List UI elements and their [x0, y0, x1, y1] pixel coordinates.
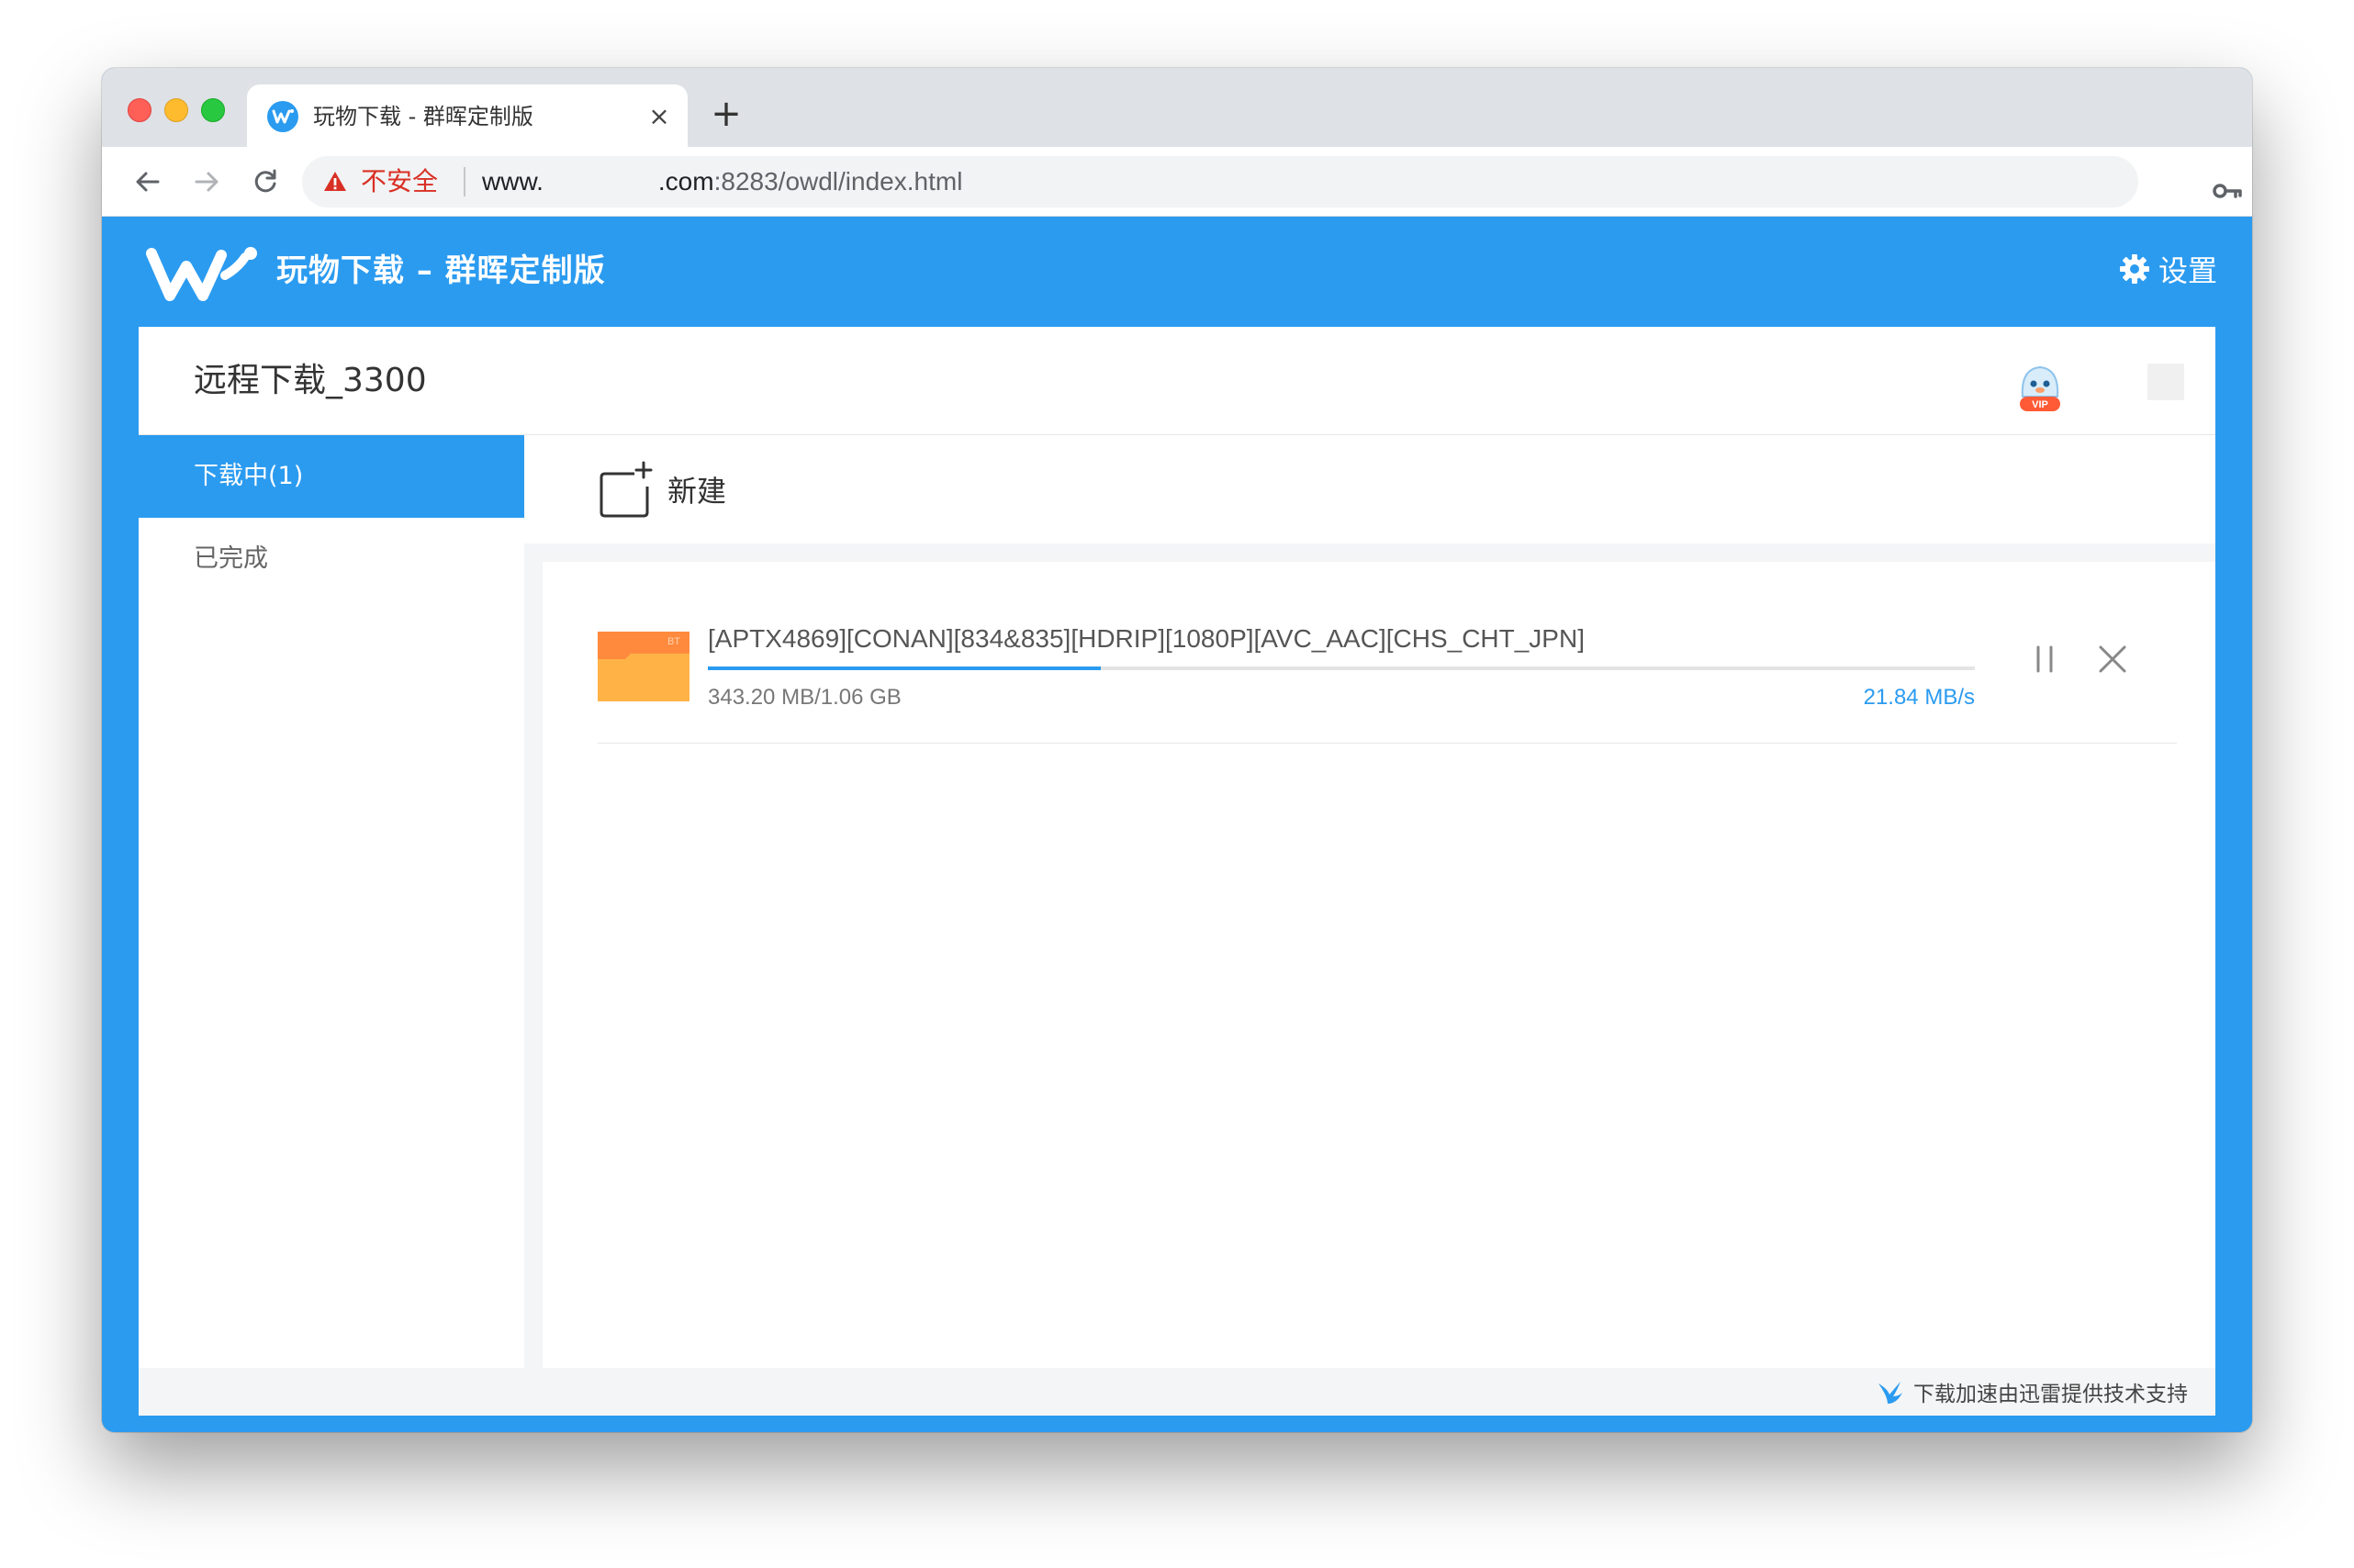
task-row[interactable]: BT [APTX4869][CONAN][834&835][HDRIP][108… [598, 613, 2177, 744]
close-window-button[interactable] [128, 98, 151, 122]
progress-bar [708, 666, 1975, 670]
browser-toolbar: 不安全 www. .com:8283/owdl/index.html [102, 147, 2252, 217]
address-separator [464, 167, 465, 196]
url-domain-suffix: .com [657, 167, 714, 196]
url-prefix: www. [482, 167, 544, 196]
minimize-window-button[interactable] [164, 98, 188, 122]
settings-button[interactable]: 设置 [2118, 248, 2217, 290]
zoom-window-button[interactable] [201, 98, 225, 122]
file-badge: BT [667, 636, 680, 647]
tab-close-icon[interactable]: × [644, 101, 675, 132]
content-toolbar: 新建 [524, 435, 2215, 543]
back-arrow-icon[interactable] [128, 162, 168, 202]
panel-header: 远程下载_3300 VIP [139, 327, 2215, 435]
vip-badge: VIP [2032, 399, 2048, 410]
new-task-label: 新建 [667, 474, 727, 509]
progress-fill [708, 666, 1101, 670]
sidebar-item-downloading[interactable]: 下载中(1) [139, 435, 524, 518]
footer-text: 下载加速由迅雷提供技术支持 [1913, 1383, 2188, 1406]
thunder-credit: 下载加速由迅雷提供技术支持 [1877, 1377, 2188, 1406]
task-size-progress: 343.20 MB/1.06 GB [708, 685, 902, 710]
browser-window: 玩物下载 - 群晖定制版 × + 不安全 www. .com:8283/owdl/… [102, 68, 2252, 1432]
main-panel: 远程下载_3300 VIP 下载中(1) 已完成 新建 BT [APTX4869… [139, 327, 2215, 1416]
close-icon [2099, 645, 2126, 673]
gear-icon [2119, 254, 2149, 284]
app-logo-icon [146, 247, 257, 301]
warning-icon [324, 172, 346, 191]
app-area: 玩物下载 – 群晖定制版 设置 远程下载_3300 VIP 下载中(1) 已完成… [102, 217, 2252, 1432]
pause-icon [2036, 645, 2053, 673]
new-tab-button[interactable]: + [708, 95, 745, 132]
settings-label: 设置 [2158, 253, 2217, 288]
add-file-icon [600, 461, 653, 518]
insecure-label[interactable]: 不安全 [361, 167, 438, 196]
thunder-bird-icon [1878, 1382, 1902, 1404]
device-name: 远程下载_3300 [194, 362, 427, 399]
task-speed: 21.84 MB/s [1863, 685, 1975, 710]
sidebar: 下载中(1) 已完成 [139, 435, 524, 1368]
task-name: [APTX4869][CONAN][834&835][HDRIP][1080P]… [708, 624, 1585, 653]
app-title: 玩物下载 – 群晖定制版 [276, 252, 606, 289]
window-toggle-button[interactable] [2147, 364, 2184, 400]
bt-folder-icon: BT [598, 632, 689, 701]
download-list: BT [APTX4869][CONAN][834&835][HDRIP][108… [543, 562, 2215, 1368]
browser-tab[interactable]: 玩物下载 - 群晖定制版 × [247, 84, 688, 147]
address-bar[interactable]: 不安全 www. .com:8283/owdl/index.html [302, 156, 2242, 207]
forward-arrow-icon[interactable] [186, 162, 227, 202]
sidebar-item-completed[interactable]: 已完成 [139, 518, 524, 600]
delete-task-button[interactable] [2094, 641, 2131, 678]
url-text[interactable]: www. .com:8283/owdl/index.html [482, 167, 962, 196]
tab-title: 玩物下载 - 群晖定制版 [313, 104, 533, 129]
footer: 下载加速由迅雷提供技术支持 [139, 1368, 2215, 1416]
vip-mascot-icon[interactable]: VIP [2012, 360, 2068, 415]
tab-strip: 玩物下载 - 群晖定制版 × + [102, 68, 2252, 147]
key-icon[interactable] [2212, 177, 2243, 205]
url-path: :8283/owdl/index.html [713, 167, 963, 196]
reload-icon[interactable] [245, 162, 286, 202]
new-task-button[interactable]: 新建 [598, 461, 726, 518]
wanwu-logo-icon [267, 101, 298, 132]
pause-button[interactable] [2026, 641, 2063, 678]
